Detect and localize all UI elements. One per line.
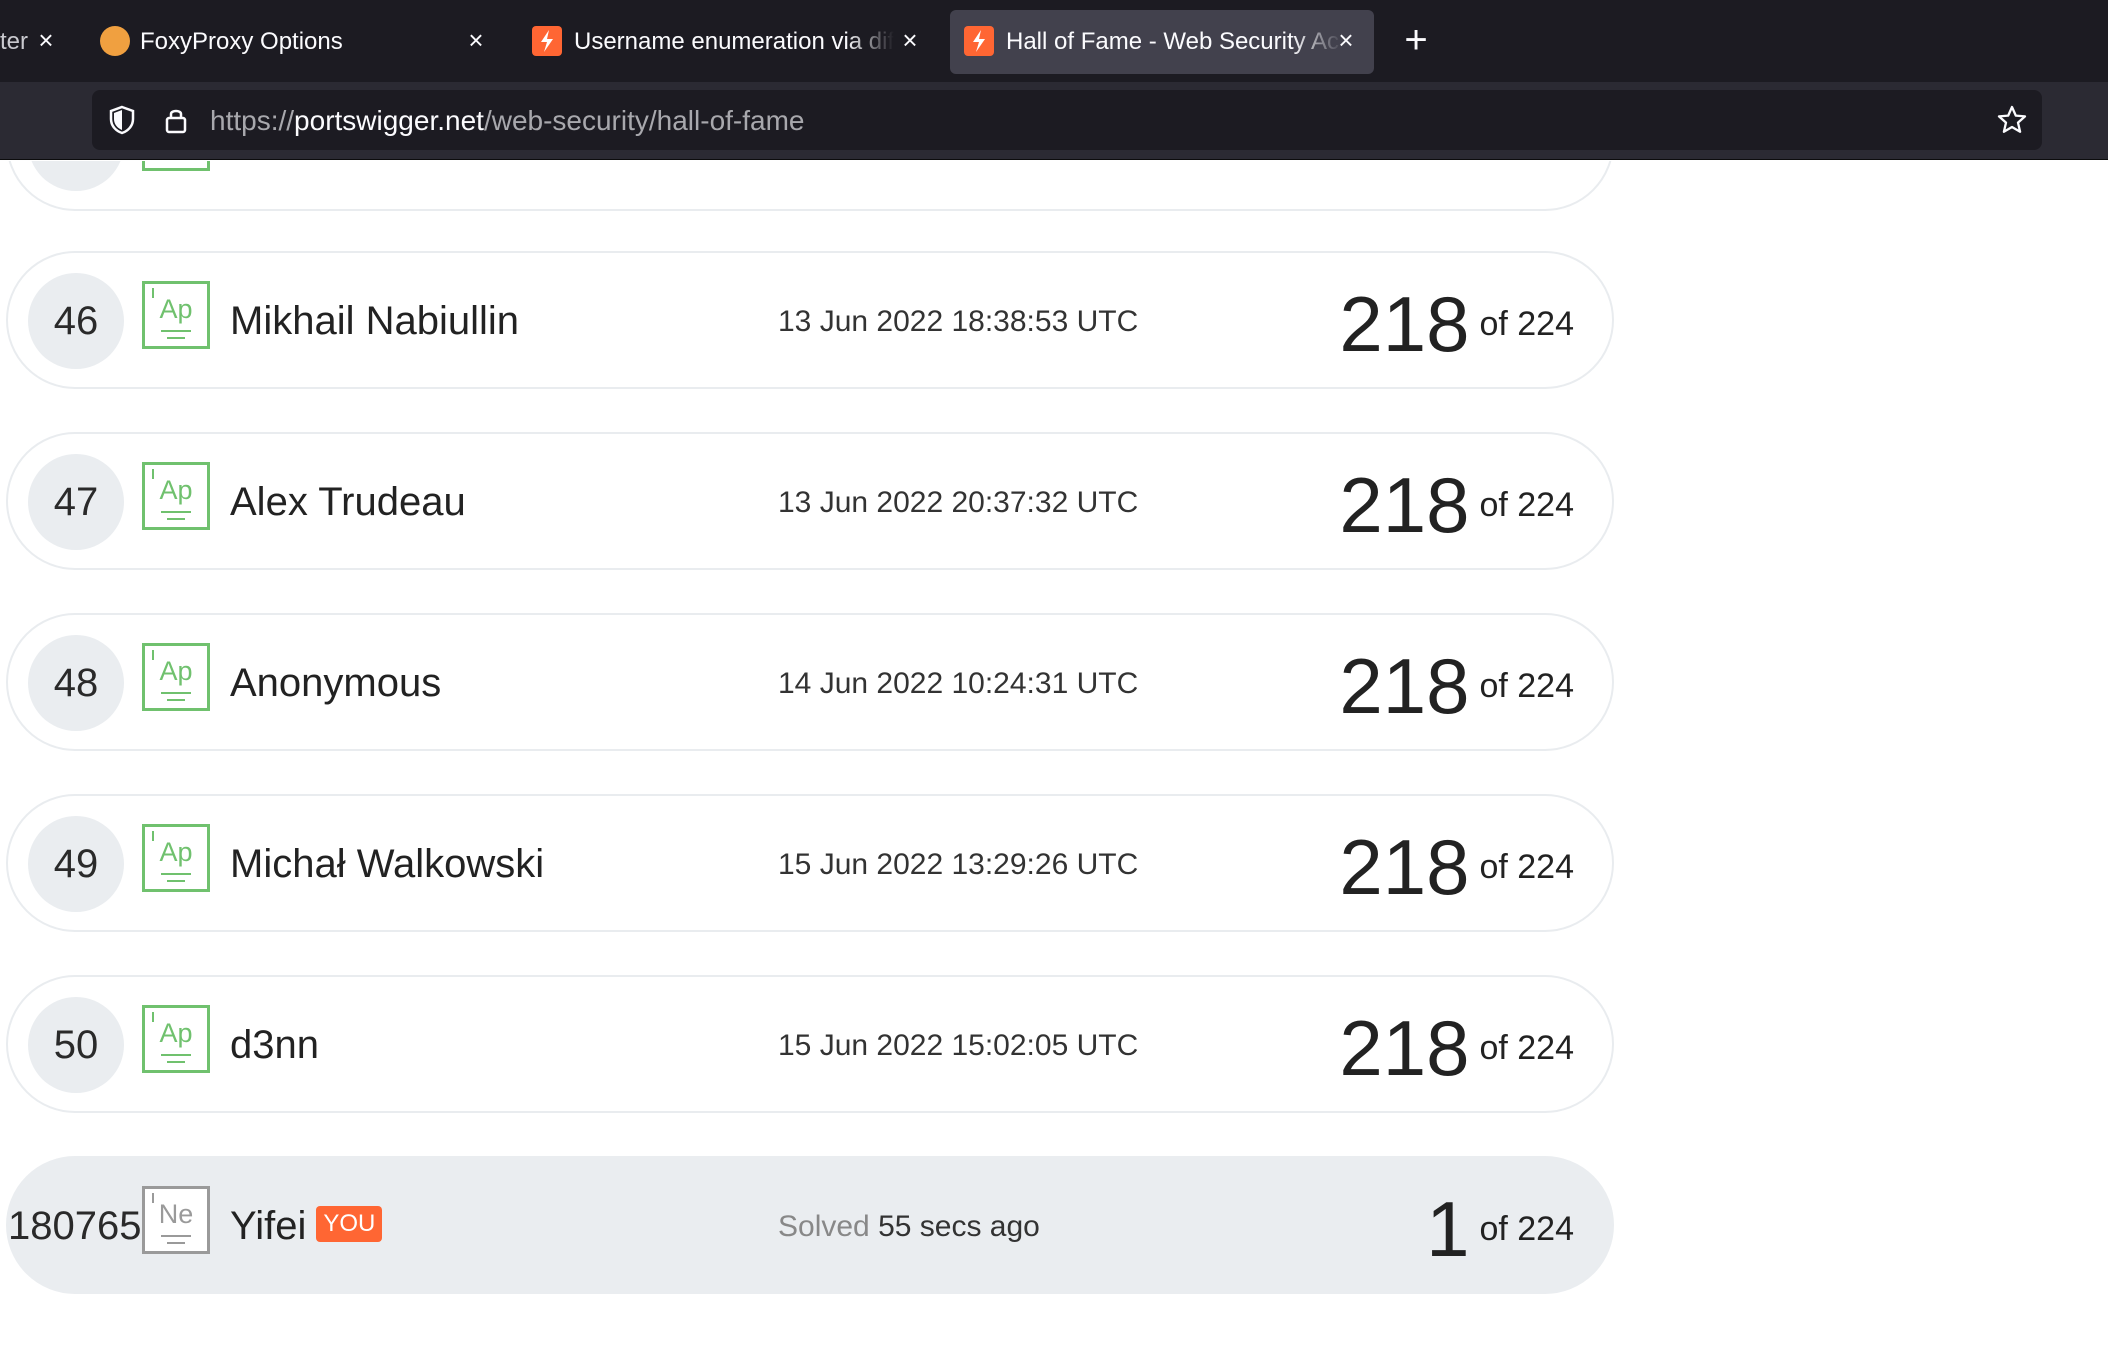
total-count: of 224 — [1479, 305, 1574, 343]
user-name: d3nn — [230, 1023, 319, 1067]
you-badge: YOU — [316, 1206, 383, 1243]
total-count: of 224 — [1479, 1029, 1574, 1067]
tab-title: Hall of Fame - Web Security Aca — [1006, 28, 1342, 55]
url-scheme: https:// — [210, 105, 295, 136]
bookmark-star-icon[interactable] — [1996, 104, 2028, 136]
badge-symbol: Ap — [159, 837, 193, 867]
user-name-text: Yifei — [230, 1204, 307, 1248]
score: 218 of 224 — [1339, 1003, 1574, 1094]
badge-symbol: Ap — [159, 1018, 193, 1048]
address-bar[interactable]: https://portswigger.net/web-security/hal… — [92, 90, 2042, 150]
rank-number: 46 — [28, 273, 124, 369]
hall-of-fame-page: 46 Ap Mikhail Nabiullin 13 Jun 2022 18:3… — [0, 161, 2108, 1356]
close-icon[interactable]: × — [462, 26, 490, 54]
user-name: Alex Trudeau — [230, 480, 466, 524]
table-row: 48 Ap Anonymous 14 Jun 2022 10:24:31 UTC… — [6, 613, 1614, 751]
score: 218 of 224 — [1339, 279, 1574, 370]
solved-status: Solved 55 secs ago — [778, 1210, 1040, 1244]
user-name: Yifei YOU — [230, 1204, 383, 1249]
solved-count: 218 — [1339, 1004, 1470, 1092]
score: 1 of 224 — [1426, 1184, 1574, 1275]
foxyproxy-icon — [100, 26, 130, 56]
score: 218 of 224 — [1339, 641, 1574, 732]
close-icon[interactable]: × — [896, 26, 924, 54]
level-badge: Ap — [142, 281, 210, 349]
level-badge — [142, 161, 210, 171]
total-count: of 224 — [1479, 667, 1574, 705]
rank-number: 49 — [28, 816, 124, 912]
table-row: 46 Ap Mikhail Nabiullin 13 Jun 2022 18:3… — [6, 251, 1614, 389]
portswigger-icon — [964, 26, 994, 56]
lock-icon[interactable] — [160, 104, 192, 136]
score: 218 of 224 — [1339, 460, 1574, 551]
level-badge: Ap — [142, 462, 210, 530]
url-path: /web-security/hall-of-fame — [483, 105, 805, 136]
user-name: Michał Walkowski — [230, 842, 545, 886]
tab-title: Username enumeration via differ — [574, 28, 894, 55]
table-row: 50 Ap d3nn 15 Jun 2022 15:02:05 UTC 218 o… — [6, 975, 1614, 1113]
user-name: Mikhail Nabiullin — [230, 299, 520, 343]
tab-title: ter — [0, 28, 29, 55]
total-count: of 224 — [1479, 848, 1574, 886]
rank-number: 48 — [28, 635, 124, 731]
tab-foxyproxy[interactable]: FoxyProxy Options × — [92, 10, 494, 74]
solved-count: 218 — [1339, 461, 1470, 549]
portswigger-icon — [532, 26, 562, 56]
tab-username-enumeration[interactable]: Username enumeration via differ × — [524, 10, 926, 74]
rank-number: 47 — [28, 454, 124, 550]
url-host: portswigger.net — [294, 105, 484, 136]
tab-bar: ter × FoxyProxy Options × Username enume… — [0, 0, 2108, 82]
solved-count: 218 — [1339, 823, 1470, 911]
tab-hall-of-fame[interactable]: Hall of Fame - Web Security Aca × — [950, 10, 1374, 74]
url-text[interactable]: https://portswigger.net/web-security/hal… — [210, 105, 805, 137]
table-row: 49 Ap Michał Walkowski 15 Jun 2022 13:29… — [6, 794, 1614, 932]
solved-count: 218 — [1339, 280, 1470, 368]
level-badge: Ne — [142, 1186, 210, 1254]
user-name: Anonymous — [230, 661, 442, 705]
solved-prefix: Solved — [778, 1210, 870, 1243]
rank-number: 180765 — [8, 1204, 142, 1248]
nav-bar: https://portswigger.net/web-security/hal… — [0, 82, 2108, 160]
solved-count: 1 — [1426, 1185, 1470, 1273]
completion-date: 15 Jun 2022 15:02:05 UTC — [778, 1029, 1139, 1062]
level-badge: Ap — [142, 643, 210, 711]
level-badge: Ap — [142, 824, 210, 892]
level-badge: Ap — [142, 1005, 210, 1073]
completion-date: 13 Jun 2022 20:37:32 UTC — [778, 486, 1139, 519]
badge-symbol: Ne — [158, 1199, 194, 1229]
completion-date: 15 Jun 2022 13:29:26 UTC — [778, 848, 1139, 881]
badge-symbol: Ap — [159, 656, 193, 686]
score: 218 of 224 — [1339, 822, 1574, 913]
tab-title: FoxyProxy Options — [140, 28, 343, 55]
close-icon[interactable]: × — [32, 26, 60, 54]
table-row-partial — [6, 161, 1614, 211]
solved-count: 218 — [1339, 642, 1470, 730]
total-count: of 224 — [1479, 486, 1574, 524]
table-row-you: 180765 Ne Yifei YOU Solved 55 secs ago 1o… — [6, 1156, 1614, 1294]
total-count: of 224 — [1479, 1210, 1574, 1248]
new-tab-button[interactable]: + — [1396, 18, 1436, 62]
shield-icon[interactable] — [106, 104, 138, 136]
tab-partial[interactable]: ter × — [0, 10, 60, 74]
solved-when: 55 secs ago — [878, 1210, 1040, 1243]
completion-date: 13 Jun 2022 18:38:53 UTC — [778, 305, 1139, 338]
rank-number: 50 — [28, 997, 124, 1093]
table-row: 47 Ap Alex Trudeau 13 Jun 2022 20:37:32 … — [6, 432, 1614, 570]
close-icon[interactable]: × — [1332, 26, 1360, 54]
badge-symbol: Ap — [159, 294, 193, 324]
completion-date: 14 Jun 2022 10:24:31 UTC — [778, 667, 1139, 700]
badge-symbol: Ap — [159, 475, 193, 505]
rank-circle — [28, 161, 124, 191]
